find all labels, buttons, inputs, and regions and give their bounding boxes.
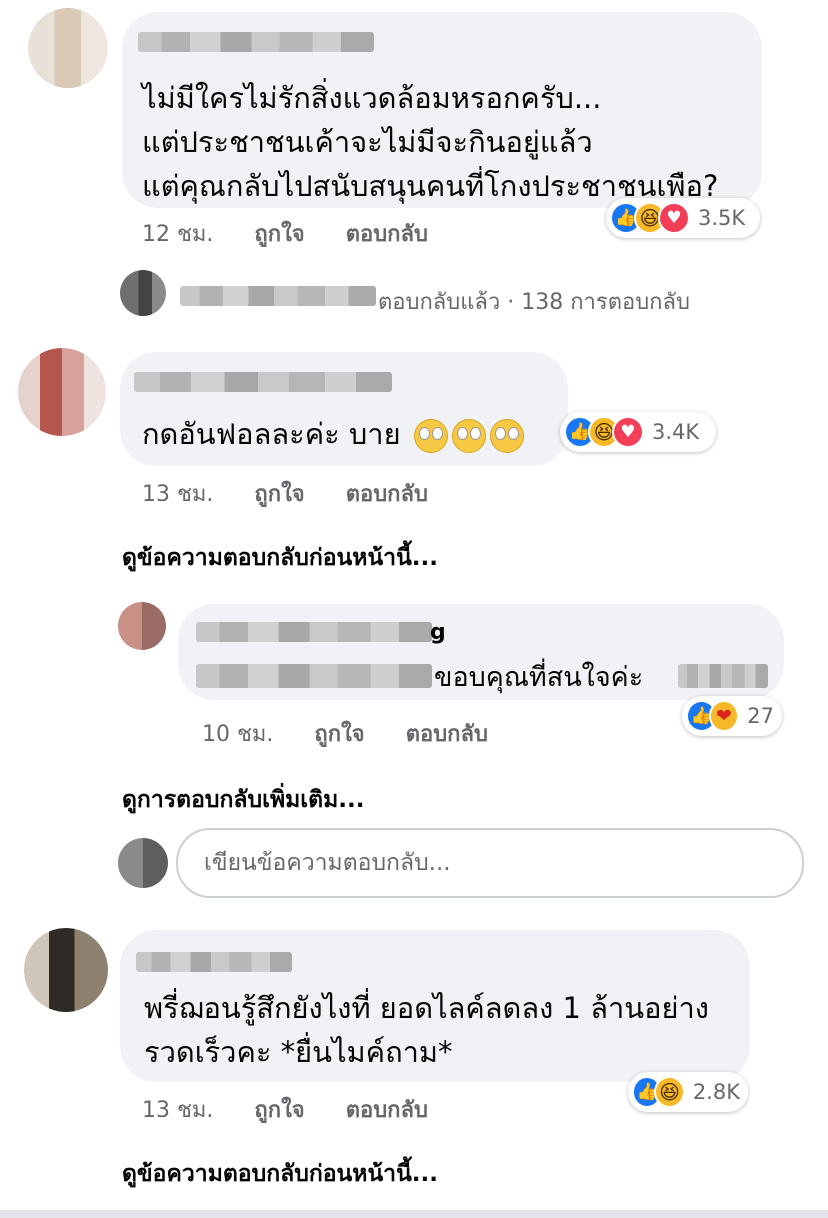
view-replies-link[interactable]: ตอบกลับแล้ว · 138 การตอบกลับ [378, 284, 690, 319]
comment-meta: 12 ชม. ถูกใจ ตอบกลับ [142, 216, 462, 251]
reply-button[interactable]: ตอบกลับ [406, 722, 488, 747]
rolling-eyes-icon [489, 419, 524, 453]
reply-text-blurred [196, 664, 432, 688]
reply-bubble: g ขอบคุณที่สนใจค่ะ [178, 604, 784, 700]
comment-text-line-2: รวดเร็วคะ *ยื่นไมค์ถาม* [144, 1035, 453, 1069]
reaction-summary[interactable]: 👍 😆 2.8K [628, 1072, 748, 1112]
haha-reaction-icon: 😆 [654, 1076, 685, 1108]
reaction-count: 27 [747, 704, 774, 728]
reply-button[interactable]: ตอบกลับ [346, 482, 428, 507]
avatar[interactable] [24, 928, 108, 1012]
reaction-summary[interactable]: 👍 😆 ♥ 3.4K [560, 412, 716, 452]
replier-avatar[interactable] [120, 270, 166, 316]
love-reaction-icon: ♥ [612, 416, 644, 448]
comment-text-line-1: ไม่มีใครไม่รักสิ่งแวดล้อมหรอกครับ... [142, 81, 602, 115]
reaction-summary[interactable]: 👍 😆 ♥ 3.5K [606, 198, 760, 238]
care-reaction-icon: ❤ [708, 700, 740, 732]
comment-text: กดอันฟอลละค่ะ บาย [142, 412, 524, 456]
comment-bubble: พรี่ฌอนรู้สึกยังไงที่ ยอดไลค์ลดลง 1 ล้าน… [120, 930, 750, 1082]
like-button[interactable]: ถูกใจ [254, 482, 304, 507]
view-previous-replies-link[interactable]: ดูข้อความตอบกลับก่อนหน้านี้... [122, 1156, 438, 1192]
reply-button[interactable]: ตอบกลับ [346, 222, 428, 247]
reply-meta: 10 ชม. ถูกใจ ตอบกลับ [202, 716, 522, 751]
avatar[interactable] [18, 348, 106, 436]
like-button[interactable]: ถูกใจ [314, 722, 364, 747]
commenter-name[interactable] [136, 952, 292, 972]
reply-input[interactable] [178, 830, 802, 896]
reply-input-box [176, 828, 804, 898]
comment-bubble: กดอันฟอลละค่ะ บาย [120, 352, 568, 466]
like-button[interactable]: ถูกใจ [254, 1098, 304, 1123]
reaction-count: 2.8K [692, 1080, 740, 1104]
replier-name-tail: g [430, 620, 446, 645]
like-button[interactable]: ถูกใจ [254, 222, 304, 247]
comment-meta: 13 ชม. ถูกใจ ตอบกลับ [142, 476, 462, 511]
avatar [118, 838, 168, 888]
comment-text-line-2: แต่ประชาชนเค้าจะไม่มีจะกินอยู่แล้ว [142, 125, 593, 159]
commenter-name[interactable] [138, 32, 374, 52]
timestamp[interactable]: 10 ชม. [202, 722, 273, 747]
rolling-eyes-icon [451, 419, 486, 453]
replier-name[interactable] [180, 286, 376, 306]
reply-text-blurred [678, 664, 768, 688]
comment-bubble: ไม่มีใครไม่รักสิ่งแวดล้อมหรอกครับ... แต่… [122, 12, 762, 208]
avatar[interactable] [118, 602, 166, 650]
replier-name[interactable] [196, 622, 432, 642]
reaction-count: 3.4K [652, 420, 700, 444]
timestamp[interactable]: 13 ชม. [142, 1098, 213, 1123]
view-previous-replies-link[interactable]: ดูข้อความตอบกลับก่อนหน้านี้... [122, 540, 438, 576]
avatar[interactable] [28, 8, 108, 88]
reaction-count: 3.5K [698, 206, 746, 230]
rolling-eyes-icon [413, 419, 448, 453]
reply-button[interactable]: ตอบกลับ [346, 1098, 428, 1123]
view-more-replies-link[interactable]: ดูการตอบกลับเพิ่มเติม... [122, 782, 364, 818]
divider [0, 1210, 828, 1218]
reply-text: ขอบคุณที่สนใจค่ะ [434, 662, 644, 693]
commenter-name[interactable] [134, 372, 392, 392]
comment-text-line-1: พรี่ฌอนรู้สึกยังไงที่ ยอดไลค์ลดลง 1 ล้าน… [144, 991, 709, 1025]
reaction-summary[interactable]: 👍 ❤ 27 [682, 696, 782, 736]
timestamp[interactable]: 12 ชม. [142, 222, 213, 247]
comment-meta: 13 ชม. ถูกใจ ตอบกลับ [142, 1092, 462, 1127]
love-reaction-icon: ♥ [658, 202, 690, 234]
timestamp[interactable]: 13 ชม. [142, 482, 213, 507]
